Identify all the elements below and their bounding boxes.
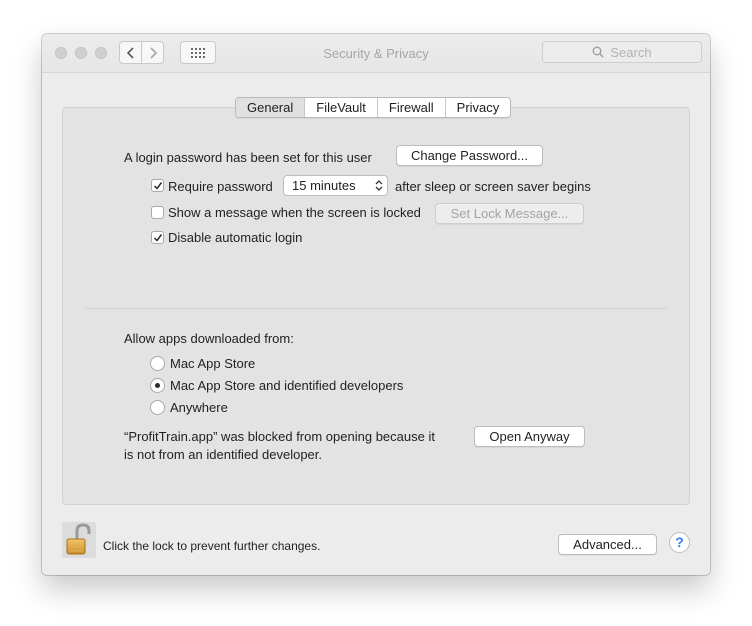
unlocked-padlock-icon	[62, 522, 96, 558]
tab-privacy[interactable]: Privacy	[445, 98, 511, 117]
show-message-label: Show a message when the screen is locked	[168, 205, 421, 220]
checkmark-icon	[153, 234, 163, 242]
advanced-button[interactable]: Advanced...	[558, 534, 657, 555]
radio-identified-developers-label: Mac App Store and identified developers	[170, 378, 404, 393]
search-input[interactable]: Search	[542, 41, 702, 63]
help-button[interactable]: ?	[669, 532, 690, 553]
radio-anywhere[interactable]	[150, 400, 165, 415]
disable-auto-login-label: Disable automatic login	[168, 230, 303, 245]
radio-selected-dot	[155, 383, 160, 388]
allow-apps-heading: Allow apps downloaded from:	[124, 331, 294, 346]
password-delay-select[interactable]: 15 minutes	[283, 175, 388, 196]
blocked-app-message-line2: is not from an identified developer.	[124, 447, 323, 462]
after-sleep-text: after sleep or screen saver begins	[395, 179, 591, 194]
search-placeholder: Search	[610, 44, 652, 60]
security-privacy-window: Security & Privacy Search A login passwo…	[42, 34, 710, 575]
checkmark-icon	[153, 182, 163, 190]
tab-filevault[interactable]: FileVault	[305, 98, 378, 117]
login-password-text: A login password has been set for this u…	[124, 150, 372, 165]
title-bar: Security & Privacy Search	[42, 34, 710, 73]
tab-general[interactable]: General	[236, 98, 306, 117]
section-divider	[85, 308, 667, 309]
show-message-checkbox[interactable]	[151, 206, 164, 219]
tab-bar: General FileVault Firewall Privacy	[235, 97, 512, 118]
blocked-app-message-line1: “ProfitTrain.app” was blocked from openi…	[124, 429, 435, 444]
require-password-label: Require password	[168, 179, 273, 194]
radio-identified-developers[interactable]	[150, 378, 165, 393]
lock-button[interactable]	[62, 522, 96, 558]
password-delay-value: 15 minutes	[292, 178, 356, 193]
require-password-checkbox[interactable]	[151, 179, 164, 192]
tab-firewall[interactable]: Firewall	[377, 98, 446, 117]
change-password-button[interactable]: Change Password...	[396, 145, 543, 166]
search-icon	[592, 46, 604, 58]
lock-message-text: Click the lock to prevent further change…	[103, 539, 321, 553]
disable-auto-login-checkbox[interactable]	[151, 231, 164, 244]
content-panel: A login password has been set for this u…	[62, 107, 690, 505]
updown-arrows-icon	[375, 180, 383, 191]
radio-anywhere-label: Anywhere	[170, 400, 228, 415]
set-lock-message-button[interactable]: Set Lock Message...	[435, 203, 584, 224]
radio-mac-app-store-label: Mac App Store	[170, 356, 256, 371]
radio-mac-app-store[interactable]	[150, 356, 165, 371]
open-anyway-button[interactable]: Open Anyway	[474, 426, 585, 447]
